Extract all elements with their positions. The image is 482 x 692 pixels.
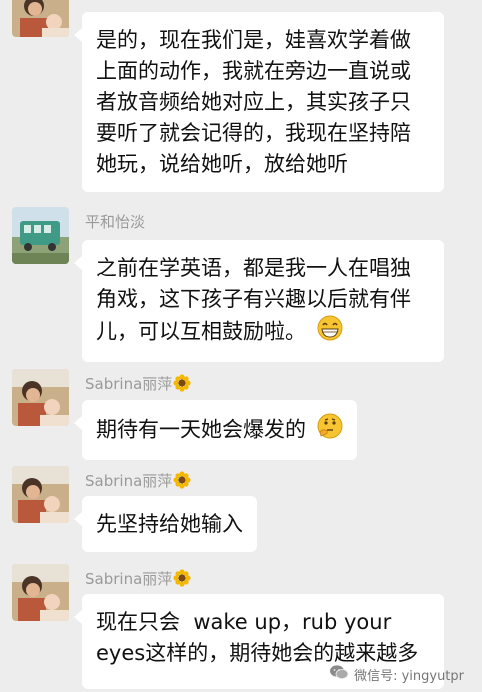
message-line: 期待有一天她会爆发的: [96, 417, 306, 442]
sunflower-icon: [173, 569, 191, 591]
avatar[interactable]: [12, 207, 69, 264]
message-line: 角戏，这下孩子有兴趣以后就有伴: [96, 287, 411, 311]
message-line: 是的，现在我们是，娃喜欢学着做: [96, 28, 411, 52]
thinking-emoji-icon: [317, 413, 343, 448]
message-bubble[interactable]: 期待有一天她会爆发的: [74, 400, 357, 460]
sender-name-row: Sabrina丽萍: [85, 470, 191, 493]
message-line: 她玩，说给她听，放给她听: [96, 152, 348, 176]
watermark: 微信号: yingyutpr: [329, 664, 464, 684]
grin-emoji-icon: [317, 315, 343, 350]
avatar[interactable]: [12, 369, 69, 426]
message-line-last: 期待有一天她会爆发的: [96, 413, 343, 448]
sender-name-row: Sabrina丽萍: [85, 373, 191, 396]
message-line: 现在只会 wake up，rub your: [96, 610, 392, 634]
message-line: 儿，可以互相鼓励啦。: [96, 319, 306, 344]
sender-name: Sabrina丽萍: [85, 570, 173, 588]
avatar[interactable]: [12, 564, 69, 621]
sender-name: Sabrina丽萍: [85, 375, 173, 393]
message-bubble[interactable]: 先坚持给她输入: [74, 496, 257, 552]
message-bubble[interactable]: 之前在学英语，都是我一人在唱独 角戏，这下孩子有兴趣以后就有伴 儿，可以互相鼓励…: [74, 240, 444, 362]
message-line: 之前在学英语，都是我一人在唱独: [96, 256, 411, 280]
avatar[interactable]: [12, 466, 69, 523]
message-line-last: 儿，可以互相鼓励啦。: [96, 315, 430, 350]
message-bubble[interactable]: 是的，现在我们是，娃喜欢学着做 上面的动作，我就在旁边一直说或 者放音频给她对应…: [74, 12, 444, 192]
sender-name: 平和怡淡: [85, 213, 146, 231]
message-line: 要听了就会记得的，我现在坚持陪: [96, 121, 411, 145]
sender-name-row: Sabrina丽萍: [85, 568, 191, 591]
sunflower-icon: [173, 374, 191, 396]
message-line: 上面的动作，我就在旁边一直说或: [96, 59, 411, 83]
avatar[interactable]: [12, 0, 69, 37]
wechat-icon: [329, 664, 349, 684]
sunflower-icon: [173, 471, 191, 493]
sender-name: Sabrina丽萍: [85, 472, 173, 490]
message-line: 者放音频给她对应上，其实孩子只: [96, 90, 411, 114]
message-line: 先坚持给她输入: [96, 512, 243, 536]
watermark-text: 微信号: yingyutpr: [354, 668, 464, 684]
